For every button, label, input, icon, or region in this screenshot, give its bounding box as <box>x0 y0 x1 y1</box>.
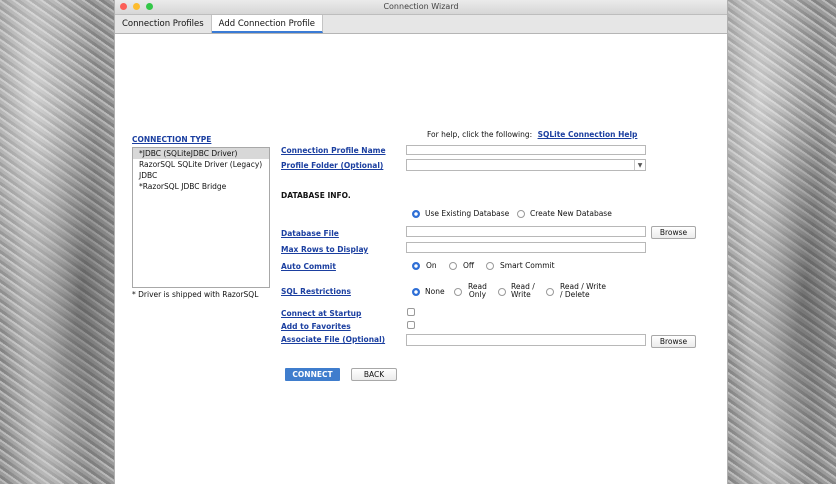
profile-folder-label: Profile Folder (Optional) <box>281 161 384 170</box>
sql-restrictions-read-write-delete-label: Read / Write / Delete <box>560 283 606 299</box>
list-item[interactable]: *RazorSQL JDBC Bridge <box>133 181 269 192</box>
use-existing-database-radio[interactable] <box>412 210 420 218</box>
connection-type-list[interactable]: *JDBC (SQLiteJDBC Driver) RazorSQL SQLit… <box>132 147 270 288</box>
browse-database-file-button[interactable]: Browse <box>651 226 696 239</box>
title-bar: Connection Wizard <box>115 0 727 15</box>
help-text: For help, click the following: SQLite Co… <box>427 130 637 139</box>
sqlite-connection-help-link[interactable]: SQLite Connection Help <box>538 130 638 139</box>
sql-restrictions-read-write-delete-radio[interactable] <box>546 288 554 296</box>
sql-restrictions-none-label: None <box>425 287 445 296</box>
connection-type-heading: CONNECTION TYPE <box>132 135 212 144</box>
tab-add-connection-profile[interactable]: Add Connection Profile <box>211 15 324 33</box>
window-controls <box>120 3 153 10</box>
create-new-database-radio[interactable] <box>517 210 525 218</box>
auto-commit-off-label: Off <box>463 261 475 270</box>
sql-restrictions-read-only-label: Read Only <box>468 283 487 299</box>
add-connection-profile-panel: CONNECTION TYPE *JDBC (SQLiteJDBC Driver… <box>115 34 727 484</box>
profile-name-input[interactable] <box>406 145 646 155</box>
tab-bar: Connection Profiles Add Connection Profi… <box>115 15 727 34</box>
associate-file-label: Associate File (Optional) <box>281 335 386 344</box>
add-to-favorites-label: Add to Favorites <box>281 322 351 331</box>
connect-at-startup-checkbox[interactable] <box>407 308 415 316</box>
browse-associate-file-button[interactable]: Browse <box>651 335 696 348</box>
help-prefix: For help, click the following: <box>427 130 533 139</box>
profile-name-label: Connection Profile Name <box>281 146 386 155</box>
read-write-line2: Write <box>511 290 531 299</box>
desktop-background-right <box>726 0 836 484</box>
database-file-input[interactable] <box>406 226 646 237</box>
connect-button[interactable]: CONNECT <box>285 368 340 381</box>
profile-folder-select[interactable]: ▼ <box>406 159 646 171</box>
sql-restrictions-read-write-radio[interactable] <box>498 288 506 296</box>
associate-file-input[interactable] <box>406 334 646 346</box>
tab-connection-profiles[interactable]: Connection Profiles <box>115 15 212 33</box>
create-new-database-label: Create New Database <box>530 209 612 218</box>
window-title: Connection Wizard <box>383 2 459 11</box>
auto-commit-off-radio[interactable] <box>449 262 457 270</box>
sql-restrictions-label: SQL Restrictions <box>281 287 351 296</box>
max-rows-input[interactable] <box>406 242 646 253</box>
sql-restrictions-read-only-radio[interactable] <box>454 288 462 296</box>
auto-commit-smart-label: Smart Commit <box>500 261 555 270</box>
connection-wizard-window: Connection Wizard Connection Profiles Ad… <box>114 0 728 484</box>
database-file-label: Database File <box>281 229 339 238</box>
database-info-heading: DATABASE INFO. <box>281 191 351 200</box>
rwd-line2: / Delete <box>560 290 590 299</box>
list-item[interactable]: RazorSQL SQLite Driver (Legacy) <box>133 159 269 170</box>
sql-restrictions-none-radio[interactable] <box>412 288 420 296</box>
max-rows-label: Max Rows to Display <box>281 245 369 254</box>
chevron-down-icon[interactable]: ▼ <box>634 160 645 170</box>
desktop-background-left <box>0 0 114 484</box>
back-button[interactable]: BACK <box>351 368 397 381</box>
connect-at-startup-label: Connect at Startup <box>281 309 362 318</box>
minimize-window-icon[interactable] <box>133 3 140 10</box>
close-window-icon[interactable] <box>120 3 127 10</box>
list-item[interactable]: JDBC <box>133 170 269 181</box>
auto-commit-smart-radio[interactable] <box>486 262 494 270</box>
use-existing-database-label: Use Existing Database <box>425 209 510 218</box>
list-item[interactable]: *JDBC (SQLiteJDBC Driver) <box>133 148 269 159</box>
driver-note: * Driver is shipped with RazorSQL <box>132 290 259 299</box>
zoom-window-icon[interactable] <box>146 3 153 10</box>
read-only-line2: Only <box>468 290 487 299</box>
auto-commit-on-radio[interactable] <box>412 262 420 270</box>
add-to-favorites-checkbox[interactable] <box>407 321 415 329</box>
auto-commit-label: Auto Commit <box>281 262 336 271</box>
auto-commit-on-label: On <box>426 261 437 270</box>
sql-restrictions-read-write-label: Read / Write <box>511 283 535 299</box>
